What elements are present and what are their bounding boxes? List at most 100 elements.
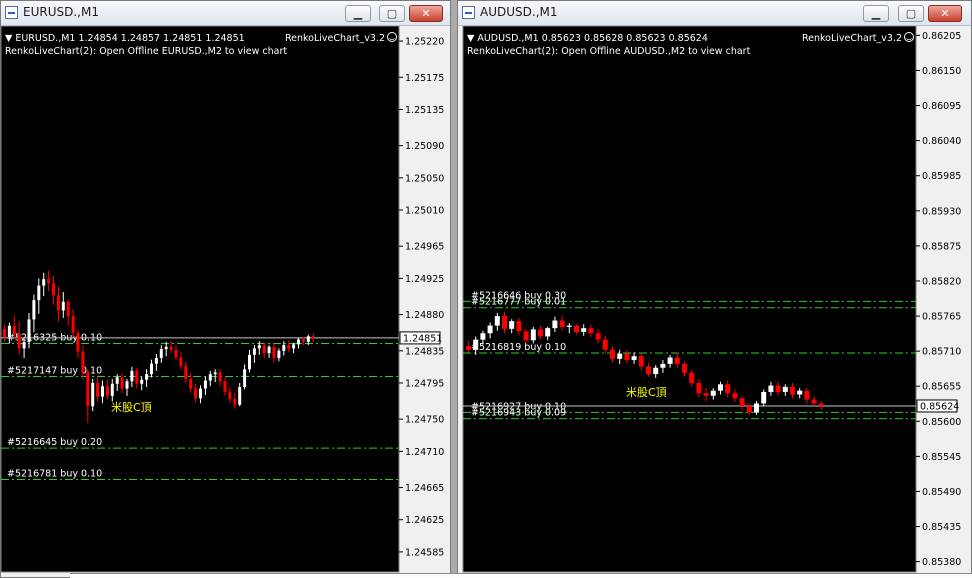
candle-body [530, 329, 536, 341]
y-axis-tick-label: 0.85765 [922, 312, 961, 323]
candle-body [653, 367, 659, 375]
candle-body [487, 325, 493, 334]
candle-body [674, 357, 680, 364]
candle-body [746, 405, 752, 413]
maximize-button[interactable]: ▢ [898, 5, 924, 22]
audusd-candlestick-chart[interactable]: 0.86205 0.86150 0.86095 0.86040 0.85985 0.859… [458, 26, 971, 573]
candle-body [272, 346, 276, 359]
order-label: #5216645 buy 0.20 [7, 437, 102, 448]
y-axis-tick-label: 1.25220 [405, 37, 444, 48]
candle-body [179, 357, 183, 367]
candle-body [47, 279, 51, 284]
candle-body [228, 391, 232, 400]
candle-body [811, 399, 817, 404]
y-axis-tick-label: 1.24665 [405, 483, 444, 494]
candle-body [37, 285, 41, 301]
y-axis-tick-label: 1.24965 [405, 242, 444, 253]
candle-body [27, 319, 31, 342]
y-axis-tick-label: 0.85655 [922, 382, 961, 393]
candle-body [86, 372, 90, 407]
candle-body [725, 384, 731, 394]
y-axis-tick-label: 1.24625 [405, 515, 444, 526]
candle-body [130, 370, 134, 382]
candle-body [523, 331, 529, 341]
audusd-titlebar[interactable]: AUDUSD.,M1 ▁ ▢ ✕ [458, 1, 971, 26]
audusd-chart-window: AUDUSD.,M1 ▁ ▢ ✕ 0.86205 0.86150 0.86095 0.… [457, 0, 972, 578]
candle-body [682, 363, 687, 373]
order-label: #5216777 buy 0.01 [471, 297, 566, 308]
candle-body [797, 390, 803, 395]
candle-body [125, 381, 129, 389]
candle-body [718, 384, 723, 391]
maximize-button[interactable]: ▢ [379, 5, 405, 22]
candle-body [169, 346, 173, 350]
candle-body [262, 345, 266, 354]
candle-body [91, 382, 95, 407]
candle-body [559, 320, 565, 327]
candle-body [538, 329, 543, 337]
candle-body [257, 345, 261, 349]
candle-body [238, 386, 242, 405]
y-axis-tick-label: 0.85545 [922, 452, 961, 463]
candle-body [282, 345, 286, 351]
chart-annotation[interactable]: 米股C頂 [626, 386, 667, 399]
candle-body [267, 346, 271, 354]
eurusd-window-title: EURUSD.,M1 [23, 5, 99, 19]
candle-body [189, 378, 193, 389]
candle-body [243, 369, 247, 387]
y-axis-tick-label: 1.25050 [405, 173, 444, 184]
candle-body [194, 388, 198, 399]
candle-body [105, 386, 109, 396]
candle-body [768, 385, 774, 392]
candle-body [223, 381, 227, 392]
order-label: #5216943 buy 0.09 [471, 408, 566, 419]
candle-body [473, 339, 479, 350]
chart-subheader: RenkoLiveChart(2): Open Offline EURUSD.,… [5, 46, 287, 57]
minimize-button[interactable]: ▁ [345, 5, 371, 22]
y-axis-tick-label: 1.24795 [405, 378, 444, 389]
chart-header: ▼ AUDUSD.,M1 0.85623 0.85628 0.85623 0.8… [467, 33, 708, 44]
close-button[interactable]: ✕ [928, 5, 962, 22]
candle-body [292, 344, 296, 349]
candle-body [689, 372, 695, 384]
candle-body [804, 390, 810, 400]
candle-body [12, 325, 16, 334]
candle-body [3, 329, 6, 338]
y-axis-tick-label: 0.85820 [922, 276, 961, 287]
minimize-button[interactable]: ▁ [863, 5, 889, 22]
candle-body [56, 295, 60, 311]
chart-window-icon [462, 6, 475, 19]
candle-body [696, 383, 702, 394]
y-axis-tick-label: 1.25090 [405, 141, 444, 152]
close-button[interactable]: ✕ [409, 5, 443, 22]
y-axis-tick-label: 1.24585 [405, 547, 444, 558]
y-axis-tick-label: 0.85930 [922, 206, 961, 217]
candle-body [703, 393, 709, 396]
candle[interactable] [91, 378, 95, 412]
candle-body [574, 325, 579, 332]
candle-body [66, 301, 70, 317]
candle-body [306, 336, 310, 342]
candle-body [81, 351, 85, 373]
candle-body [135, 370, 139, 384]
plot-area [1, 26, 400, 573]
candle-body [631, 356, 637, 361]
candle-body [624, 353, 630, 361]
y-axis-tick-label: 1.24710 [405, 447, 444, 458]
indicator-label: RenkoLiveChart_v3.2 [285, 33, 385, 44]
candle-body [660, 363, 666, 368]
eurusd-titlebar[interactable]: EURUSD.,M1 ▁ ▢ ✕ [1, 1, 450, 26]
candle-body [480, 333, 486, 340]
candle-body [466, 346, 471, 350]
candle-body [602, 339, 608, 350]
chart-window-icon [5, 6, 18, 19]
candle-body [199, 388, 202, 399]
y-axis-tick-label: 0.85600 [922, 417, 961, 428]
candle-body [610, 349, 615, 359]
candle-body [22, 341, 26, 349]
candle-body [71, 316, 75, 334]
chart-annotation[interactable]: 米股C頂 [111, 401, 152, 414]
eurusd-candlestick-chart[interactable]: 1.25220 1.25175 1.25135 1.25090 1.25050 1.250… [1, 26, 450, 573]
candle-body [595, 333, 601, 340]
candle-body [502, 316, 507, 329]
